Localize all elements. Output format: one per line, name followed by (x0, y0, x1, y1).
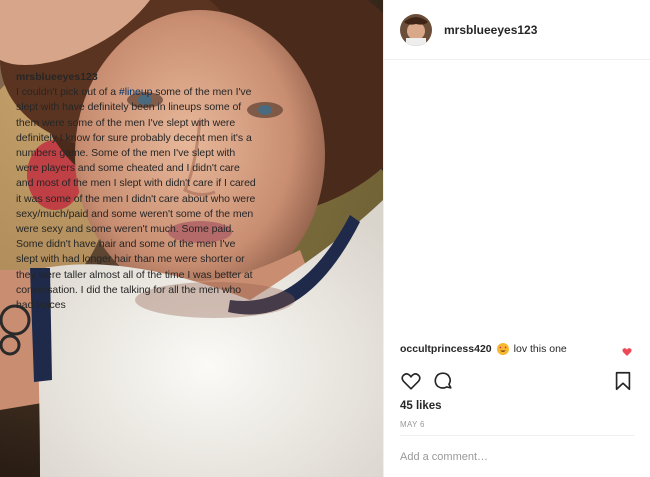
instagram-post: mrsblueeyes123 mrsblueeyes123 I couldn't… (0, 0, 650, 477)
bookmark-icon[interactable] (612, 370, 634, 392)
caption-username[interactable]: mrsblueeyes123 (16, 70, 256, 85)
post-date[interactable]: MAY 6 (400, 420, 425, 429)
comment-text: lov this one (513, 343, 567, 355)
small-heart-icon[interactable] (622, 344, 632, 356)
comment-username[interactable]: occultprincess420 (400, 343, 492, 355)
caption-text: I couldn't pick out of a #lineup some of… (16, 85, 256, 313)
comment-item: occultprincess420 lov this one (400, 341, 640, 357)
caption-text-start: I couldn't pick out of a (16, 86, 119, 99)
hashtag-link[interactable]: #lineup (119, 86, 153, 98)
divider (400, 435, 634, 436)
avatar[interactable] (400, 13, 432, 46)
avatar-image (400, 13, 432, 46)
action-bar (400, 370, 640, 394)
comment-icon[interactable] (432, 370, 454, 392)
caption-text-rest: some of the men I've slept with have def… (16, 86, 256, 312)
heart-eyes-emoji-icon (496, 343, 509, 355)
likes-count[interactable]: 45 likes (400, 400, 442, 412)
post-header: mrsblueeyes123 (384, 0, 650, 60)
header-username[interactable]: mrsblueeyes123 (444, 23, 537, 37)
add-comment-input[interactable] (400, 448, 634, 466)
comments-area: mrsblueeyes123 I couldn't pick out of a … (16, 70, 256, 313)
heart-icon[interactable] (400, 370, 422, 392)
